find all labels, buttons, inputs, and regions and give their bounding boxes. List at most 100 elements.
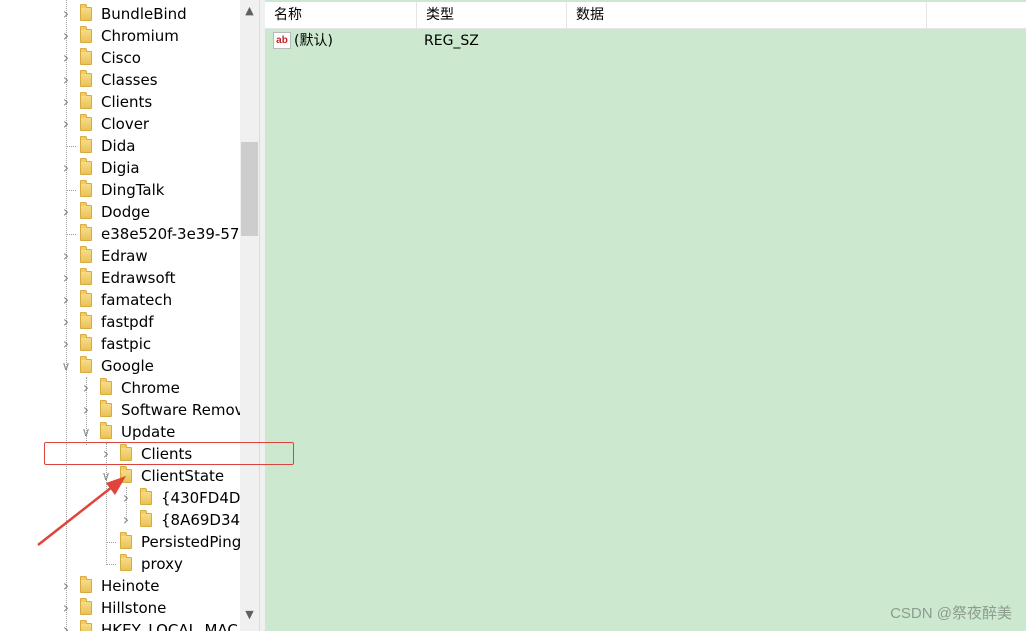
- value-row[interactable]: ab (默认) REG_SZ: [265, 30, 1026, 52]
- folder-icon: [80, 312, 92, 329]
- tree-item-label: PersistedPing: [141, 533, 240, 551]
- tree-item-label: famatech: [101, 291, 173, 309]
- tree-vertical-scrollbar[interactable]: ▲ ▼: [240, 0, 259, 631]
- tree-item-label: Classes: [101, 71, 158, 89]
- collapse-chevron-icon[interactable]: ∨: [61, 355, 71, 377]
- tree-item-label: proxy: [141, 555, 183, 573]
- tree-item[interactable]: › Software Remov: [0, 399, 240, 421]
- tree-item-label: BundleBind: [101, 5, 187, 23]
- folder-icon: [80, 598, 92, 615]
- tree-item-label: Dida: [101, 137, 136, 155]
- annotation-highlight-box: [44, 442, 294, 465]
- tree-item-label: Edrawsoft: [101, 269, 176, 287]
- registry-key-tree[interactable]: › BundleBind › Chromium › Cisco › Classes › Clien…: [0, 0, 240, 631]
- folder-icon: [140, 510, 152, 527]
- expand-chevron-icon[interactable]: ›: [61, 333, 71, 355]
- folder-icon: [80, 48, 92, 65]
- column-header-name[interactable]: 名称: [265, 2, 417, 28]
- tree-item-label: fastpic: [101, 335, 152, 353]
- expand-chevron-icon[interactable]: ›: [61, 597, 71, 619]
- tree-item[interactable]: ∨ ClientState: [0, 465, 240, 487]
- tree-item[interactable]: › Heinote: [0, 575, 240, 597]
- expand-chevron-icon[interactable]: ›: [61, 289, 71, 311]
- expand-chevron-icon[interactable]: ›: [61, 113, 71, 135]
- expand-chevron-icon[interactable]: ›: [61, 25, 71, 47]
- expand-chevron-icon[interactable]: ›: [121, 509, 131, 531]
- column-header-data[interactable]: 数据: [567, 2, 927, 28]
- tree-item[interactable]: › Chrome: [0, 377, 240, 399]
- collapse-chevron-icon[interactable]: ∨: [101, 465, 111, 487]
- tree-item[interactable]: › Clients: [0, 91, 240, 113]
- tree-item[interactable]: › {8A69D345: [0, 509, 240, 531]
- folder-icon: [80, 224, 92, 241]
- tree-item-label: {430FD4D0: [161, 489, 240, 507]
- tree-item[interactable]: › Digia: [0, 157, 240, 179]
- folder-icon: [80, 334, 92, 351]
- folder-icon: [80, 26, 92, 43]
- tree-item-label: Cisco: [101, 49, 141, 67]
- scrollbar-thumb[interactable]: [241, 142, 258, 236]
- tree-item[interactable]: › Dodge: [0, 201, 240, 223]
- tree-item[interactable]: ∨ Update: [0, 421, 240, 443]
- tree-item[interactable]: DingTalk: [0, 179, 240, 201]
- column-header-type[interactable]: 类型: [417, 2, 567, 28]
- tree-item-label: Heinote: [101, 577, 160, 595]
- tree-connector-line: [66, 190, 76, 191]
- tree-item-label: Dodge: [101, 203, 150, 221]
- folder-icon: [80, 136, 92, 153]
- expand-chevron-icon[interactable]: ›: [61, 267, 71, 289]
- expand-chevron-icon[interactable]: ›: [121, 487, 131, 509]
- tree-item-label: Clover: [101, 115, 150, 133]
- folder-icon: [80, 268, 92, 285]
- tree-item[interactable]: › Edraw: [0, 245, 240, 267]
- tree-item[interactable]: › HKEY_LOCAL_MAC: [0, 619, 240, 631]
- tree-item-label: Update: [121, 423, 176, 441]
- tree-item[interactable]: › Edrawsoft: [0, 267, 240, 289]
- tree-item[interactable]: e38e520f-3e39-579: [0, 223, 240, 245]
- tree-item[interactable]: › BundleBind: [0, 3, 240, 25]
- tree-item[interactable]: › Classes: [0, 69, 240, 91]
- expand-chevron-icon[interactable]: ›: [61, 311, 71, 333]
- folder-icon: [80, 180, 92, 197]
- tree-item-label: fastpdf: [101, 313, 154, 331]
- tree-item[interactable]: › fastpic: [0, 333, 240, 355]
- scroll-up-arrow-icon[interactable]: ▲: [240, 2, 259, 20]
- tree-item-label: DingTalk: [101, 181, 165, 199]
- tree-connector-line: [106, 564, 116, 565]
- expand-chevron-icon[interactable]: ›: [61, 157, 71, 179]
- expand-chevron-icon[interactable]: ›: [61, 69, 71, 91]
- tree-item[interactable]: Dida: [0, 135, 240, 157]
- collapse-chevron-icon[interactable]: ∨: [81, 421, 91, 443]
- tree-item[interactable]: › Cisco: [0, 47, 240, 69]
- registry-values-pane[interactable]: 名称 类型 数据 ab (默认) REG_SZ: [265, 0, 1026, 631]
- expand-chevron-icon[interactable]: ›: [61, 619, 71, 631]
- tree-item-label: Chromium: [101, 27, 179, 45]
- folder-icon: [100, 378, 112, 395]
- expand-chevron-icon[interactable]: ›: [61, 245, 71, 267]
- tree-item[interactable]: proxy: [0, 553, 240, 575]
- tree-item[interactable]: PersistedPing: [0, 531, 240, 553]
- folder-icon: [80, 246, 92, 263]
- expand-chevron-icon[interactable]: ›: [61, 91, 71, 113]
- tree-item-label: Digia: [101, 159, 140, 177]
- tree-item[interactable]: ∨ Google: [0, 355, 240, 377]
- expand-chevron-icon[interactable]: ›: [61, 3, 71, 25]
- tree-item[interactable]: › Hillstone: [0, 597, 240, 619]
- tree-item[interactable]: › {430FD4D0: [0, 487, 240, 509]
- expand-chevron-icon[interactable]: ›: [61, 47, 71, 69]
- expand-chevron-icon[interactable]: ›: [81, 377, 91, 399]
- tree-item[interactable]: › fastpdf: [0, 311, 240, 333]
- tree-item[interactable]: › famatech: [0, 289, 240, 311]
- values-column-header: 名称 类型 数据: [265, 2, 1026, 29]
- folder-icon: [80, 114, 92, 131]
- scroll-down-arrow-icon[interactable]: ▼: [240, 606, 259, 624]
- expand-chevron-icon[interactable]: ›: [61, 201, 71, 223]
- tree-item-label: HKEY_LOCAL_MAC: [101, 621, 238, 631]
- expand-chevron-icon[interactable]: ›: [61, 575, 71, 597]
- tree-item[interactable]: › Clover: [0, 113, 240, 135]
- folder-icon: [80, 576, 92, 593]
- tree-connector-line: [106, 542, 116, 543]
- tree-item[interactable]: › Chromium: [0, 25, 240, 47]
- expand-chevron-icon[interactable]: ›: [81, 399, 91, 421]
- tree-connector-line: [66, 234, 76, 235]
